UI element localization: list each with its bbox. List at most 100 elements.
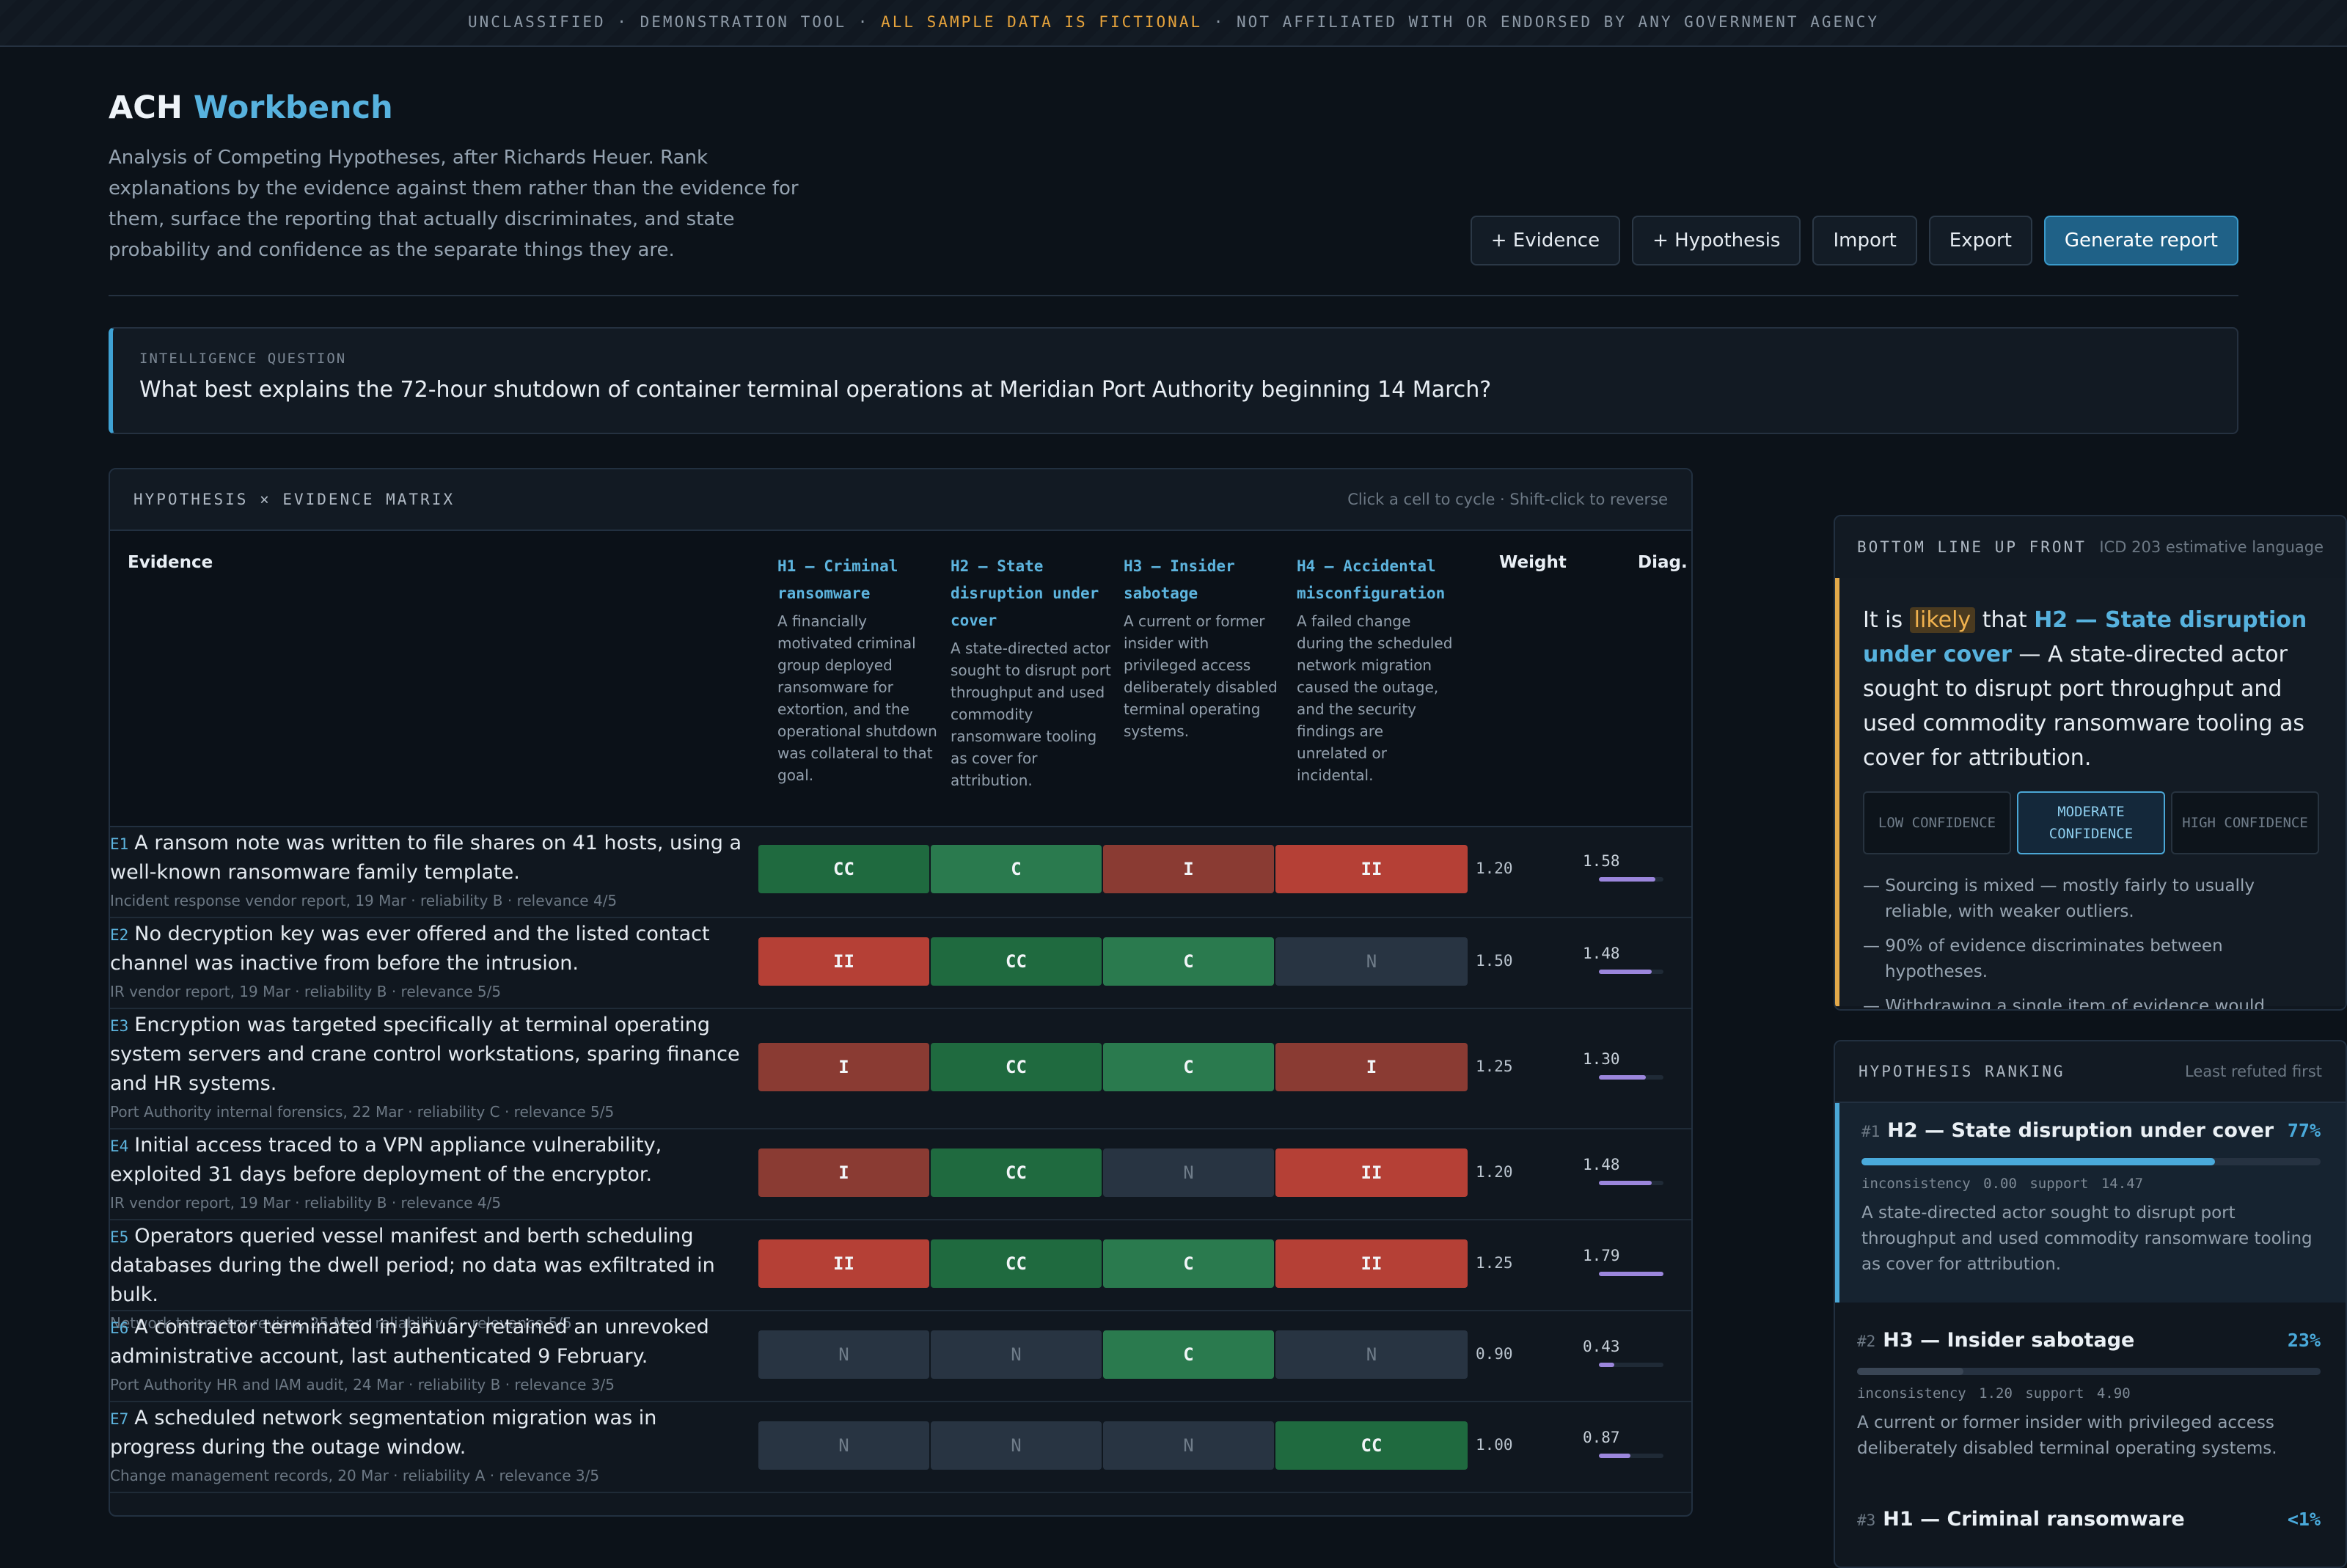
add-evidence-button[interactable]: + Evidence: [1470, 216, 1621, 265]
rating-cell-h1[interactable]: N: [758, 1421, 929, 1470]
diagnosticity: 0.87: [1583, 1429, 1663, 1458]
rating-cell-h2[interactable]: CC: [931, 937, 1102, 986]
diagnosticity: 1.58: [1583, 852, 1663, 882]
rank-inconsistency: inconsistency 1.20: [1857, 1385, 2013, 1402]
rating-cell-h1[interactable]: I: [758, 1043, 929, 1091]
rank-bar: [1861, 1158, 2321, 1165]
bluf-lead: It is: [1863, 607, 1910, 633]
rating-cell-h4[interactable]: II: [1275, 1239, 1468, 1288]
rating-cell-h3[interactable]: N: [1103, 1148, 1274, 1197]
rating-cells: I CC N II: [758, 1148, 1468, 1197]
hypothesis-name: H4 — Accidental misconfiguration: [1297, 557, 1446, 602]
rank-support: support 4.90: [2025, 1385, 2131, 1402]
evidence-weight[interactable]: 1.25: [1476, 1058, 1513, 1075]
ranking-item[interactable]: #1 H2 — State disruption under cover 77% i…: [1835, 1103, 2346, 1303]
rating-cell-h4[interactable]: N: [1275, 1330, 1468, 1379]
evidence-item[interactable]: E2 No decryption key was ever offered and…: [110, 920, 748, 1000]
evidence-weight[interactable]: 1.50: [1476, 952, 1513, 970]
rating-cell-h4[interactable]: II: [1275, 845, 1468, 893]
page-header: ACH Workbench Analysis of Competing Hypo…: [109, 45, 2238, 296]
hypothesis-description: A state-directed actor sought to disrupt…: [951, 640, 1111, 789]
diagnosticity-bar: [1599, 1075, 1663, 1080]
confidence-moderate-button[interactable]: MODERATE CONFIDENCE: [2017, 791, 2165, 854]
question-text[interactable]: What best explains the 72-hour shutdown …: [139, 377, 2211, 403]
rating-cell-h3[interactable]: N: [1103, 1421, 1274, 1470]
evidence-item[interactable]: E4 Initial access traced to a VPN applian…: [110, 1131, 748, 1212]
hypothesis-header-h2[interactable]: H2 — State disruption under cover A stat…: [951, 553, 1112, 791]
banner-suffix: · NOT AFFILIATED WITH OR ENDORSED BY ANY…: [1202, 13, 1880, 31]
generate-report-button[interactable]: Generate report: [2043, 216, 2238, 265]
evidence-weight[interactable]: 1.25: [1476, 1254, 1513, 1272]
rating-cell-h2[interactable]: CC: [931, 1043, 1102, 1091]
confidence-low-button[interactable]: LOW CONFIDENCE: [1863, 791, 2011, 854]
evidence-weight[interactable]: 1.20: [1476, 1163, 1513, 1181]
diagnosticity: 1.30: [1583, 1050, 1663, 1080]
diagnosticity-column-header: Diag.: [1638, 553, 1688, 572]
rating-cell-h2[interactable]: CC: [931, 1148, 1102, 1197]
rating-cell-h3[interactable]: C: [1103, 937, 1274, 986]
evidence-row: E3 Encryption was targeted specifically a…: [110, 1008, 1691, 1129]
rating-cell-h4[interactable]: II: [1275, 1148, 1468, 1197]
evidence-item[interactable]: E1 A ransom note was written to file shar…: [110, 829, 748, 909]
rating-cell-h4[interactable]: I: [1275, 1043, 1468, 1091]
bluf-hint: ICD 203 estimative language: [2099, 538, 2324, 556]
evidence-id: E6: [110, 1319, 129, 1337]
diagnosticity-bar-fill: [1599, 1454, 1630, 1458]
ranking-item[interactable]: #2 H3 — Insider sabotage 23% inconsistency…: [1835, 1313, 2346, 1481]
rating-cell-h1[interactable]: II: [758, 1239, 929, 1288]
hypothesis-name: H3 — Insider sabotage: [1124, 557, 1235, 602]
evidence-weight[interactable]: 1.00: [1476, 1436, 1513, 1454]
rating-cell-h3[interactable]: C: [1103, 1239, 1274, 1288]
rating-cell-h4[interactable]: CC: [1275, 1421, 1468, 1470]
rating-cell-h3[interactable]: C: [1103, 1043, 1274, 1091]
rating-cell-h1[interactable]: CC: [758, 845, 929, 893]
hypothesis-description: A financially motivated criminal group d…: [777, 612, 937, 784]
diagnosticity-value: 0.43: [1583, 1338, 1620, 1355]
diagnosticity-bar: [1599, 1454, 1663, 1458]
diagnosticity-value: 1.30: [1583, 1050, 1620, 1068]
diagnosticity-bar: [1599, 1181, 1663, 1185]
diagnosticity: 1.79: [1583, 1247, 1663, 1276]
evidence-item[interactable]: E7 A scheduled network segmentation migra…: [110, 1404, 748, 1484]
ranking-item[interactable]: #3 H1 — Criminal ransomware <1%: [1835, 1492, 2346, 1567]
hypothesis-header-h3[interactable]: H3 — Insider sabotage A current or forme…: [1124, 553, 1285, 742]
evidence-id: E2: [110, 926, 129, 944]
rating-cell-h2[interactable]: N: [931, 1330, 1102, 1379]
rating-cell-h1[interactable]: N: [758, 1330, 929, 1379]
evidence-weight[interactable]: 1.20: [1476, 860, 1513, 877]
evidence-text: Operators queried vessel manifest and be…: [110, 1225, 715, 1306]
likelihood-term: likely: [1909, 607, 1976, 633]
rating-cell-h2[interactable]: C: [931, 845, 1102, 893]
evidence-meta: IR vendor report, 19 Mar · reliability B…: [110, 1194, 502, 1212]
evidence-item[interactable]: E3 Encryption was targeted specifically a…: [110, 1011, 748, 1121]
matrix-header: HYPOTHESIS × EVIDENCE MATRIX Click a cel…: [110, 469, 1691, 531]
diagnosticity-value: 1.48: [1583, 945, 1620, 962]
import-button[interactable]: Import: [1812, 216, 1917, 265]
rating-cell-h1[interactable]: II: [758, 937, 929, 986]
bluf-body: It is likely that H2 — State disruption …: [1835, 578, 2346, 1009]
bluf-card: It is likely that H2 — State disruption …: [1835, 578, 2346, 1009]
page-subtitle: Analysis of Competing Hypotheses, after …: [109, 147, 799, 261]
evidence-text: A ransom note was written to file shares…: [110, 832, 742, 884]
rating-cells: II CC C N: [758, 937, 1468, 986]
intelligence-question: INTELLIGENCE QUESTION What best explains…: [109, 327, 2238, 434]
rating-cell-h3[interactable]: I: [1103, 845, 1274, 893]
rating-cell-h3[interactable]: C: [1103, 1330, 1274, 1379]
hypothesis-header-h1[interactable]: H1 — Criminal ransomware A financially m…: [777, 553, 939, 786]
hypothesis-header-h4[interactable]: H4 — Accidental misconfiguration A faile…: [1297, 553, 1458, 786]
bottom-line-panel: BOTTOM LINE UP FRONT ICD 203 estimative …: [1834, 515, 2347, 1011]
rank-bar: [1857, 1368, 2321, 1375]
rating-cell-h2[interactable]: CC: [931, 1239, 1102, 1288]
add-hypothesis-button[interactable]: + Hypothesis: [1632, 216, 1801, 265]
diagnosticity: 0.43: [1583, 1338, 1663, 1367]
rank-hypothesis-name: H2 — State disruption under cover: [1887, 1119, 2274, 1142]
rating-cell-h2[interactable]: N: [931, 1421, 1102, 1470]
diagnosticity-bar-fill: [1599, 970, 1652, 974]
evidence-weight[interactable]: 0.90: [1476, 1345, 1513, 1363]
ranking-hint: Least refuted first: [2185, 1063, 2322, 1080]
evidence-item[interactable]: E6 A contractor terminated in January ret…: [110, 1313, 748, 1393]
rating-cell-h4[interactable]: N: [1275, 937, 1468, 986]
export-button[interactable]: Export: [1928, 216, 2032, 265]
rating-cell-h1[interactable]: I: [758, 1148, 929, 1197]
confidence-high-button[interactable]: HIGH CONFIDENCE: [2171, 791, 2319, 854]
